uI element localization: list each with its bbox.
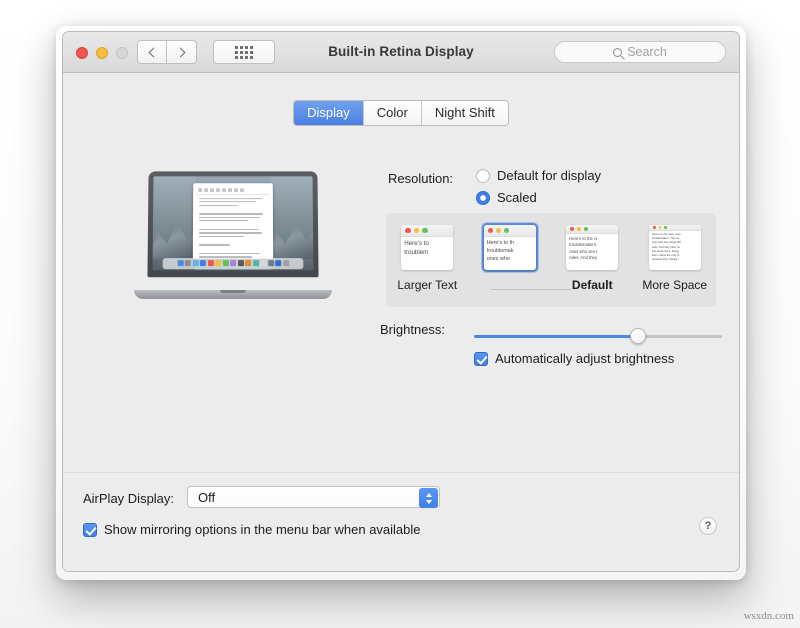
thumb-text: Here's to the crazy ones. troublemakers.… <box>649 231 701 264</box>
search-placeholder: Search <box>627 45 667 59</box>
checkbox-icon-checked[interactable] <box>474 352 488 366</box>
thumb-text: Here's to the cr troublemakers. ones who… <box>566 234 618 264</box>
thumb-preview: Here's to troublem <box>401 225 453 270</box>
tab-color[interactable]: Color <box>363 101 421 125</box>
wallpaper-right <box>271 176 313 270</box>
thumb-text: Here's to troublem <box>401 237 453 259</box>
radio-label-default: Default for display <box>497 168 601 183</box>
display-preferences-window: Built-in Retina Display Search Display C… <box>62 31 740 572</box>
thumb-titlebar <box>484 225 536 237</box>
checkbox-icon-checked[interactable] <box>83 523 97 537</box>
auto-brightness-checkbox-row[interactable]: Automatically adjust brightness <box>474 351 674 366</box>
thumb-preview: Here's to the crazy ones. troublemakers.… <box>649 225 701 270</box>
screenshot-root: Built-in Retina Display Search Display C… <box>0 0 800 628</box>
scaled-option-default[interactable]: Here's to the cr troublemakers. ones who… <box>555 223 629 293</box>
radio-icon-on <box>476 191 490 205</box>
macbook-preview-image <box>134 171 332 299</box>
laptop-base <box>134 290 332 299</box>
preview-doc-text <box>196 195 270 258</box>
thumb-preview: Here's to the cr troublemakers. ones who… <box>566 225 618 270</box>
airplay-selected-value: Off <box>198 490 215 505</box>
brightness-label: Brightness: <box>380 322 445 337</box>
thumb-preview: Here's to th troublemak ones who <box>484 225 536 270</box>
scaled-label-larger-text: Larger Text <box>397 278 457 293</box>
show-mirroring-label: Show mirroring options in the menu bar w… <box>104 522 421 537</box>
radio-label-scaled: Scaled <box>497 190 537 205</box>
tab-bar: Display Color Night Shift <box>63 100 739 126</box>
radio-default-for-display[interactable]: Default for display <box>476 168 601 183</box>
scaled-option-selected[interactable]: Here's to th troublemak ones who <box>473 223 547 293</box>
preview-dock <box>162 258 304 268</box>
show-mirroring-checkbox-row[interactable]: Show mirroring options in the menu bar w… <box>83 522 421 537</box>
window-titlebar: Built-in Retina Display Search <box>63 32 739 73</box>
thumb-frame: Here's to the cr troublemakers. ones who… <box>564 223 620 272</box>
preview-document-window <box>193 183 273 259</box>
thumb-titlebar <box>566 225 618 234</box>
tab-night-shift[interactable]: Night Shift <box>421 101 508 125</box>
tab-display[interactable]: Display <box>294 101 363 125</box>
wallpaper-left <box>153 176 195 270</box>
radio-scaled[interactable]: Scaled <box>476 190 601 205</box>
slider-fill <box>474 335 638 338</box>
slider-knob[interactable] <box>630 328 646 344</box>
brightness-slider[interactable] <box>474 328 722 344</box>
scaled-label-default: Default <box>572 278 613 293</box>
popup-stepper-icon[interactable] <box>419 488 438 508</box>
scaled-option-larger-text[interactable]: Here's to troublem Larger Text <box>390 223 464 293</box>
scaled-option-more-space[interactable]: Here's to the crazy ones. troublemakers.… <box>638 223 712 293</box>
scaled-tick-line <box>491 289 571 290</box>
thumb-frame: Here's to the crazy ones. troublemakers.… <box>647 223 703 272</box>
search-field[interactable]: Search <box>554 41 726 63</box>
radio-icon-off <box>476 169 490 183</box>
chevron-down-icon <box>426 500 432 504</box>
search-icon <box>613 48 622 57</box>
preview-doc-toolbar <box>196 186 270 195</box>
watermark: wsxdn.com <box>744 610 794 622</box>
scaled-label-more-space: More Space <box>642 278 707 293</box>
resolution-radio-group: Default for display Scaled <box>476 168 601 212</box>
resolution-label: Resolution: <box>388 171 453 186</box>
airplay-display-label: AirPlay Display: <box>83 491 174 506</box>
scaled-resolution-chooser: Here's to troublem Larger Text <box>386 213 716 307</box>
laptop-screen <box>153 176 314 270</box>
section-divider <box>63 472 739 473</box>
laptop-lid <box>147 171 318 277</box>
auto-brightness-label: Automatically adjust brightness <box>495 351 674 366</box>
thumb-frame: Here's to troublem <box>399 223 455 272</box>
airplay-display-popup[interactable]: Off <box>187 486 440 508</box>
thumb-titlebar <box>401 225 453 237</box>
display-settings-panel: Resolution: Default for display Scaled <box>86 133 718 464</box>
chevron-up-icon <box>426 493 432 497</box>
thumb-frame-selected: Here's to th troublemak ones who <box>482 223 538 272</box>
window-body: Display Color Night Shift <box>63 73 739 572</box>
help-button[interactable]: ? <box>699 517 717 535</box>
thumb-text: Here's to th troublemak ones who <box>484 237 536 265</box>
laptop-notch <box>220 290 246 293</box>
